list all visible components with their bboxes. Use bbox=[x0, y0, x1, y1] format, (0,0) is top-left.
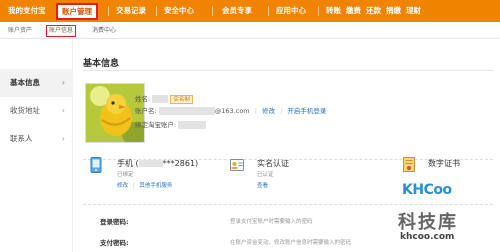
nav-divider bbox=[212, 6, 213, 16]
nav-divider bbox=[268, 6, 269, 16]
nav-divider bbox=[108, 6, 109, 16]
realname-status: 已认证 bbox=[257, 172, 274, 178]
nav-divider bbox=[156, 6, 157, 16]
nav-donate[interactable]: 捐缴 bbox=[386, 0, 401, 22]
left-sidebar: 基本信息 › 收货地址 › 联系人 › bbox=[0, 39, 73, 252]
phone-status: 已绑定 bbox=[117, 172, 134, 178]
pay-password-label: 支付密码: bbox=[100, 239, 129, 247]
nav-my-alipay[interactable]: 我的支付宝 bbox=[8, 0, 46, 22]
sidebar-item-contacts[interactable]: 联系人 › bbox=[0, 125, 73, 153]
login-password-desc: 登录支付宝账户时需要输入的密码 bbox=[230, 219, 313, 225]
phone-actions: 修改 | 其他手机服务 bbox=[117, 183, 173, 189]
profile-account-row: 账户名: @163.com | 修改 | 开启手机登录 bbox=[135, 107, 327, 115]
page-title: 基本信息 bbox=[83, 59, 120, 69]
nav-security-center[interactable]: 安全中心 bbox=[164, 0, 194, 22]
nav-account-management[interactable]: 账户管理 bbox=[56, 3, 98, 20]
certificate-icon bbox=[403, 157, 415, 172]
view-realname-link[interactable]: 查看 bbox=[257, 181, 268, 189]
sidebar-item-shipping-address[interactable]: 收货地址 › bbox=[0, 97, 73, 125]
top-nav-bar: 我的支付宝 账户管理 交易记录 安全中心 会员专享 应用中心 转账 缴费 还款 … bbox=[0, 0, 500, 22]
chevron-right-icon: › bbox=[61, 134, 65, 143]
khcoo-logo: KHCoo bbox=[402, 182, 452, 198]
cert-card-title: 数字证书 bbox=[428, 159, 460, 168]
phone-card-title: 手机 ( ***2861) bbox=[117, 158, 198, 169]
chevron-right-icon: › bbox=[61, 78, 65, 87]
khcoo-chinese-name: 科技库 bbox=[398, 212, 458, 233]
sidebar-item-label: 收货地址 bbox=[10, 106, 40, 115]
nav-member[interactable]: 会员专享 bbox=[222, 0, 252, 22]
edit-phone-link[interactable]: 修改 bbox=[117, 183, 128, 189]
nav-transactions[interactable]: 交易记录 bbox=[116, 0, 146, 22]
phone-number-tail: ***2861) bbox=[162, 159, 199, 168]
pay-password-desc: 在账户资金变动、修改账户信息时需要输入的密码 bbox=[230, 240, 352, 246]
chevron-right-icon: › bbox=[61, 106, 65, 115]
edit-account-link[interactable]: 修改 bbox=[262, 107, 275, 115]
khcoo-url: khcoo.com bbox=[400, 232, 455, 242]
subnav-account-info[interactable]: 账户信息 bbox=[46, 25, 77, 37]
sidebar-item-label: 基本信息 bbox=[10, 78, 40, 87]
realname-card-title: 实名认证 bbox=[257, 159, 289, 168]
name-value-blurred bbox=[152, 95, 169, 103]
profile-taobao-row: 绑定淘宝账户: bbox=[135, 119, 207, 129]
id-card-icon bbox=[230, 159, 244, 171]
sidebar-item-label: 联系人 bbox=[10, 134, 33, 143]
nav-bills[interactable]: 缴费 bbox=[346, 0, 361, 22]
sub-nav-bar: 账户资产 账户信息 消费中心 bbox=[0, 22, 500, 39]
phone-icon bbox=[90, 157, 102, 173]
other-phone-services-link[interactable]: 其他手机服务 bbox=[139, 183, 172, 189]
enable-phone-login-link[interactable]: 开启手机登录 bbox=[287, 107, 326, 115]
profile-name-row: 姓名: 实名制 bbox=[135, 93, 193, 104]
nav-finance[interactable]: 理财 bbox=[406, 0, 421, 22]
subnav-consumption-center[interactable]: 消费中心 bbox=[92, 26, 116, 36]
phone-title-label: 手机 ( bbox=[117, 159, 139, 168]
taobao-label: 绑定淘宝账户: bbox=[135, 121, 177, 129]
verified-badge: 实名制 bbox=[170, 94, 193, 104]
subnav-account-assets[interactable]: 账户资产 bbox=[8, 26, 32, 36]
nav-app-center[interactable]: 应用中心 bbox=[276, 0, 306, 22]
phone-number-blurred bbox=[138, 160, 163, 167]
account-value-blurred bbox=[158, 107, 215, 115]
name-label: 姓名: bbox=[135, 95, 151, 103]
nav-repay[interactable]: 还款 bbox=[366, 0, 381, 22]
nav-transfer[interactable]: 转账 bbox=[326, 0, 341, 22]
title-divider bbox=[83, 70, 493, 71]
login-password-label: 登录密码: bbox=[100, 218, 129, 226]
account-label: 账户名: bbox=[135, 107, 157, 115]
khcoo-watermark: KHCoo 科技库 khcoo.com bbox=[392, 182, 500, 252]
taobao-value-blurred bbox=[178, 121, 207, 129]
sidebar-item-basic-info[interactable]: 基本信息 › bbox=[0, 69, 73, 97]
nav-divider bbox=[318, 6, 319, 16]
account-value: @163.com bbox=[214, 107, 250, 115]
